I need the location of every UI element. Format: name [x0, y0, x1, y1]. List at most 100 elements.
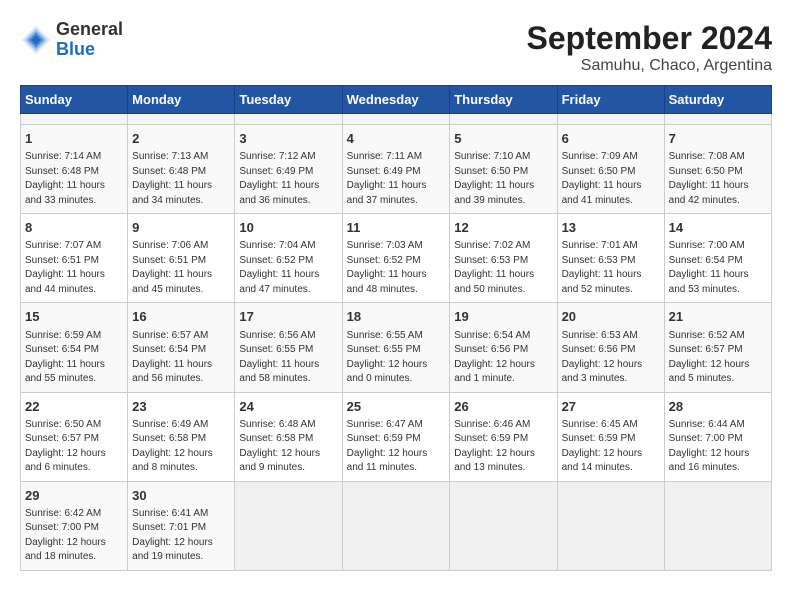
day-info: Sunrise: 6:52 AMSunset: 6:57 PMDaylight:… [669, 329, 767, 387]
calendar-cell [342, 481, 450, 570]
day-info: Sunrise: 6:46 AMSunset: 6:59 PMDaylight:… [454, 418, 552, 476]
day-number: 30 [132, 487, 230, 505]
calendar-cell: 15 Sunrise: 6:59 AMSunset: 6:54 PMDayligh… [21, 303, 128, 392]
calendar-cell [664, 481, 771, 570]
day-info: Sunrise: 7:09 AMSunset: 6:50 PMDaylight:… [562, 150, 660, 208]
day-header-sunday: Sunday [21, 86, 128, 114]
calendar-cell: 21 Sunrise: 6:52 AMSunset: 6:57 PMDayligh… [664, 303, 771, 392]
day-number: 21 [669, 308, 767, 326]
day-info: Sunrise: 6:56 AMSunset: 6:55 PMDaylight:… [239, 329, 337, 387]
day-info: Sunrise: 6:45 AMSunset: 6:59 PMDaylight:… [562, 418, 660, 476]
day-header-saturday: Saturday [664, 86, 771, 114]
calendar-cell [235, 481, 342, 570]
calendar-cell: 18Sunrise: 6:55 AMSunset: 6:55 PMDayligh… [342, 303, 450, 392]
day-number: 14 [669, 219, 767, 237]
calendar-cell: 10 Sunrise: 7:04 AMSunset: 6:52 PMDayligh… [235, 214, 342, 303]
day-info: Sunrise: 7:08 AMSunset: 6:50 PMDaylight:… [669, 150, 767, 208]
calendar-cell: 24Sunrise: 6:48 AMSunset: 6:58 PMDayligh… [235, 392, 342, 481]
calendar-cell: 8Sunrise: 7:07 AMSunset: 6:51 PMDaylight… [21, 214, 128, 303]
day-info: Sunrise: 6:54 AMSunset: 6:56 PMDaylight:… [454, 329, 552, 387]
day-number: 10 [239, 219, 337, 237]
calendar-cell: 3Sunrise: 7:12 AMSunset: 6:49 PMDaylight… [235, 125, 342, 214]
calendar-week-0 [21, 114, 772, 125]
calendar-cell: 1 Sunrise: 7:14 AMSunset: 6:48 PMDaylight… [21, 125, 128, 214]
calendar-cell [557, 114, 664, 125]
calendar-cell: 28Sunrise: 6:44 AMSunset: 7:00 PMDayligh… [664, 392, 771, 481]
calendar-week-4: 22 Sunrise: 6:50 AMSunset: 6:57 PMDayligh… [21, 392, 772, 481]
calendar-cell [235, 114, 342, 125]
day-info: Sunrise: 7:14 AMSunset: 6:48 PMDaylight:… [25, 150, 123, 208]
calendar-cell: 30Sunrise: 6:41 AMSunset: 7:01 PMDayligh… [128, 481, 235, 570]
day-header-tuesday: Tuesday [235, 86, 342, 114]
calendar-cell [21, 114, 128, 125]
calendar-table: SundayMondayTuesdayWednesdayThursdayFrid… [20, 85, 772, 571]
calendar-week-5: 29 Sunrise: 6:42 AMSunset: 7:00 PMDayligh… [21, 481, 772, 570]
header: General Blue September 2024 Samuhu, Chac… [20, 20, 772, 75]
calendar-body: 1 Sunrise: 7:14 AMSunset: 6:48 PMDaylight… [21, 114, 772, 571]
calendar-cell: 4Sunrise: 7:11 AMSunset: 6:49 PMDaylight… [342, 125, 450, 214]
day-info: Sunrise: 6:44 AMSunset: 7:00 PMDaylight:… [669, 418, 767, 476]
day-header-thursday: Thursday [450, 86, 557, 114]
day-number: 18 [347, 308, 446, 326]
calendar-cell: 27 Sunrise: 6:45 AMSunset: 6:59 PMDayligh… [557, 392, 664, 481]
calendar-cell [557, 481, 664, 570]
day-number: 29 [25, 487, 123, 505]
day-number: 12 [454, 219, 552, 237]
logo-general: General [56, 19, 123, 39]
day-number: 8 [25, 219, 123, 237]
calendar-cell: 25Sunrise: 6:47 AMSunset: 6:59 PMDayligh… [342, 392, 450, 481]
day-info: Sunrise: 6:59 AMSunset: 6:54 PMDaylight:… [25, 329, 123, 387]
day-info: Sunrise: 7:10 AMSunset: 6:50 PMDaylight:… [454, 150, 552, 208]
day-number: 6 [562, 130, 660, 148]
day-info: Sunrise: 7:11 AMSunset: 6:49 PMDaylight:… [347, 150, 446, 208]
calendar-cell: 6 Sunrise: 7:09 AMSunset: 6:50 PMDaylight… [557, 125, 664, 214]
day-number: 15 [25, 308, 123, 326]
calendar-cell: 5 Sunrise: 7:10 AMSunset: 6:50 PMDaylight… [450, 125, 557, 214]
logo-blue: Blue [56, 39, 95, 59]
calendar-cell: 17Sunrise: 6:56 AMSunset: 6:55 PMDayligh… [235, 303, 342, 392]
calendar-cell: 26Sunrise: 6:46 AMSunset: 6:59 PMDayligh… [450, 392, 557, 481]
location-subtitle: Samuhu, Chaco, Argentina [527, 57, 772, 75]
day-header-wednesday: Wednesday [342, 86, 450, 114]
day-number: 11 [347, 219, 446, 237]
day-number: 7 [669, 130, 767, 148]
day-info: Sunrise: 6:57 AMSunset: 6:54 PMDaylight:… [132, 329, 230, 387]
day-number: 19 [454, 308, 552, 326]
calendar-header: SundayMondayTuesdayWednesdayThursdayFrid… [21, 86, 772, 114]
calendar-cell [450, 481, 557, 570]
day-info: Sunrise: 6:42 AMSunset: 7:00 PMDaylight:… [25, 507, 123, 565]
day-info: Sunrise: 7:12 AMSunset: 6:49 PMDaylight:… [239, 150, 337, 208]
day-info: Sunrise: 7:01 AMSunset: 6:53 PMDaylight:… [562, 239, 660, 297]
calendar-cell: 12 Sunrise: 7:02 AMSunset: 6:53 PMDayligh… [450, 214, 557, 303]
day-info: Sunrise: 7:13 AMSunset: 6:48 PMDaylight:… [132, 150, 230, 208]
calendar-cell: 29 Sunrise: 6:42 AMSunset: 7:00 PMDayligh… [21, 481, 128, 570]
calendar-cell: 11Sunrise: 7:03 AMSunset: 6:52 PMDayligh… [342, 214, 450, 303]
day-info: Sunrise: 6:49 AMSunset: 6:58 PMDaylight:… [132, 418, 230, 476]
day-number: 5 [454, 130, 552, 148]
calendar-cell: 7 Sunrise: 7:08 AMSunset: 6:50 PMDaylight… [664, 125, 771, 214]
calendar-cell: 19 Sunrise: 6:54 AMSunset: 6:56 PMDayligh… [450, 303, 557, 392]
day-number: 22 [25, 398, 123, 416]
calendar-cell [664, 114, 771, 125]
day-header-monday: Monday [128, 86, 235, 114]
day-number: 1 [25, 130, 123, 148]
day-info: Sunrise: 6:48 AMSunset: 6:58 PMDaylight:… [239, 418, 337, 476]
day-headers-row: SundayMondayTuesdayWednesdayThursdayFrid… [21, 86, 772, 114]
day-info: Sunrise: 6:50 AMSunset: 6:57 PMDaylight:… [25, 418, 123, 476]
calendar-cell: 2 Sunrise: 7:13 AMSunset: 6:48 PMDaylight… [128, 125, 235, 214]
day-number: 2 [132, 130, 230, 148]
day-number: 23 [132, 398, 230, 416]
calendar-cell: 23 Sunrise: 6:49 AMSunset: 6:58 PMDayligh… [128, 392, 235, 481]
day-info: Sunrise: 7:04 AMSunset: 6:52 PMDaylight:… [239, 239, 337, 297]
calendar-cell: 22 Sunrise: 6:50 AMSunset: 6:57 PMDayligh… [21, 392, 128, 481]
day-info: Sunrise: 7:02 AMSunset: 6:53 PMDaylight:… [454, 239, 552, 297]
day-number: 9 [132, 219, 230, 237]
logo-text: General Blue [56, 20, 123, 60]
calendar-cell: 14Sunrise: 7:00 AMSunset: 6:54 PMDayligh… [664, 214, 771, 303]
day-number: 16 [132, 308, 230, 326]
day-number: 27 [562, 398, 660, 416]
title-area: September 2024 Samuhu, Chaco, Argentina [527, 20, 772, 75]
calendar-cell: 16 Sunrise: 6:57 AMSunset: 6:54 PMDayligh… [128, 303, 235, 392]
calendar-week-3: 15 Sunrise: 6:59 AMSunset: 6:54 PMDayligh… [21, 303, 772, 392]
logo-icon [20, 24, 52, 56]
